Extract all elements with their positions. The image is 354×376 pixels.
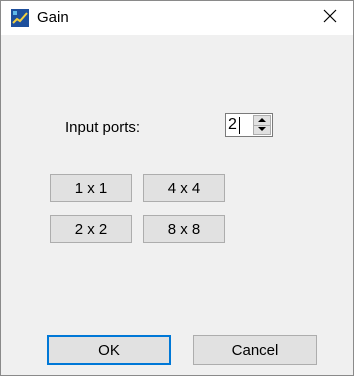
preset-2x2-button[interactable]: 2 x 2 [50,215,132,243]
preset-4x4-button[interactable]: 4 x 4 [143,174,225,202]
input-ports-spinbox[interactable] [225,113,273,137]
input-ports-label: Input ports: [65,119,141,136]
window-title: Gain [37,9,69,26]
close-icon [323,9,337,28]
spin-down-button[interactable] [254,125,270,134]
close-button[interactable] [307,1,353,35]
spin-buttons [253,115,271,135]
text-caret [239,117,240,134]
ok-button[interactable]: OK [47,335,171,365]
preset-1x1-button[interactable]: 1 x 1 [50,174,132,202]
preset-8x8-button[interactable]: 8 x 8 [143,215,225,243]
cancel-button[interactable]: Cancel [193,335,317,365]
input-ports-field[interactable] [228,115,254,135]
title-bar[interactable]: Gain [1,1,353,35]
app-icon [11,9,29,27]
gain-dialog: Gain Input ports: 1 x 1 4 x 4 2 x 2 8 x … [0,0,354,376]
